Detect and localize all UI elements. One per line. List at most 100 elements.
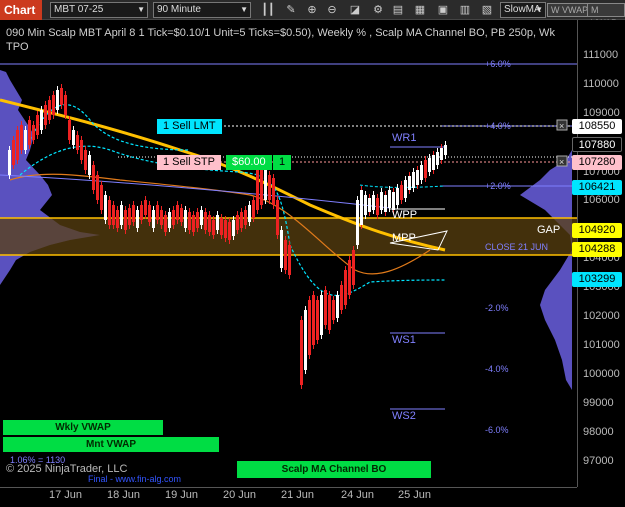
candle-body [380,192,383,210]
candle-body [440,148,443,160]
candle-body [224,220,227,238]
candle-body [256,170,259,210]
price-tag-sell-lmt: 108550 [572,119,622,134]
candle-body [328,295,331,330]
candle-body [384,195,387,212]
candle-body [68,120,71,140]
wr1-label: WR1 [392,132,417,144]
sell-lmt-order[interactable]: 1 Sell LMT [157,119,222,134]
price-tick: 101000 [583,339,620,351]
candle-body [272,178,275,205]
candle-body [140,205,143,220]
candle-body [316,300,319,340]
candle-body [360,190,363,225]
pnl-badge: $60.00 [226,155,272,170]
candle-body [112,205,115,225]
candle-body [416,170,419,185]
candle-body [116,210,119,228]
candle-body [432,155,435,170]
candle-body [264,170,267,200]
candle-body [40,110,43,130]
wpp-label: WPP [392,209,418,221]
price-tick: 109000 [583,107,620,119]
candle-body [436,152,439,165]
mnt-vwap-button[interactable]: Mnt VWAP [3,437,219,452]
candle-body [260,168,263,205]
price-tick: 100000 [583,368,620,380]
candle-body [204,212,207,230]
candle-body [52,95,55,115]
time-tick: 20 Jun [223,489,257,501]
candle-body [216,215,219,230]
weekly-pivot-line [0,174,391,209]
candle-body [24,130,27,150]
candle-body [188,212,191,230]
candle-body [368,198,371,212]
qty-badge: 1 [273,155,292,170]
candle-body [312,295,315,345]
pct-label: -4.0% [485,364,509,374]
price-tick: 98000 [583,426,614,438]
candle-body [412,172,415,188]
candle-body [248,205,251,222]
candle-body [128,208,131,225]
price-tag-channel-upper: 106421 [572,180,622,195]
wkly-vwap-button[interactable]: Wkly VWAP [3,420,163,435]
candle-body [156,205,159,220]
candle-body [212,220,215,235]
close-label: CLOSE 21 JUN [485,242,549,252]
candle-body [16,130,19,160]
candle-body [232,220,235,236]
candle-body [284,240,287,270]
candle-body [372,195,375,210]
sell-stp-order[interactable]: 1 Sell STP [157,155,221,170]
candle-body [120,205,123,225]
candle-body [100,185,103,210]
scalp-ma-button[interactable]: Scalp MA Channel BO [237,461,431,478]
candle-body [164,215,167,232]
candle-body [172,210,175,225]
pct-label: -2.0% [485,303,509,313]
candle-body [376,198,379,215]
gap-label: GAP [537,224,561,236]
candle-body [324,290,327,325]
time-tick: 25 Jun [398,489,432,501]
final-text: Final - www.fin-alg.com [88,474,182,484]
price-tag-channel-lower: 103299 [572,272,622,287]
candle-body [208,215,211,232]
candle-body [12,140,15,165]
candle-body [236,215,239,230]
candle-body [364,195,367,215]
candle-body [288,245,291,275]
candle-body [332,300,335,320]
candle-body [28,120,31,145]
price-tick: 106000 [583,194,620,206]
candle-body [344,270,347,305]
mpp-label: MPP [392,232,416,244]
candle-body [56,90,59,110]
pct-label: +2.0% [485,181,511,191]
pct-label: +4.0% [485,121,511,131]
candle-body [60,88,63,105]
time-tick: 18 Jun [107,489,141,501]
candle-body [420,165,423,180]
candle-body [396,188,399,205]
candle-body [220,218,223,235]
candle-body [304,310,307,370]
candle-body [200,210,203,225]
ws1-label: WS1 [392,334,416,346]
svg-text:×: × [559,157,564,167]
candle-body [136,210,139,228]
price-tag-sell-stp: 107280 [572,155,622,170]
candle-body [8,150,11,175]
ws2-label: WS2 [392,410,416,422]
candle-body [192,215,195,232]
candle-body [80,140,83,160]
candle-body [36,115,39,135]
candle-body [404,180,407,198]
pct-label: +6.0% [485,59,511,69]
candle-body [320,295,323,335]
candle-body [444,145,447,155]
candle-body [356,200,359,245]
candle-body [268,175,271,200]
